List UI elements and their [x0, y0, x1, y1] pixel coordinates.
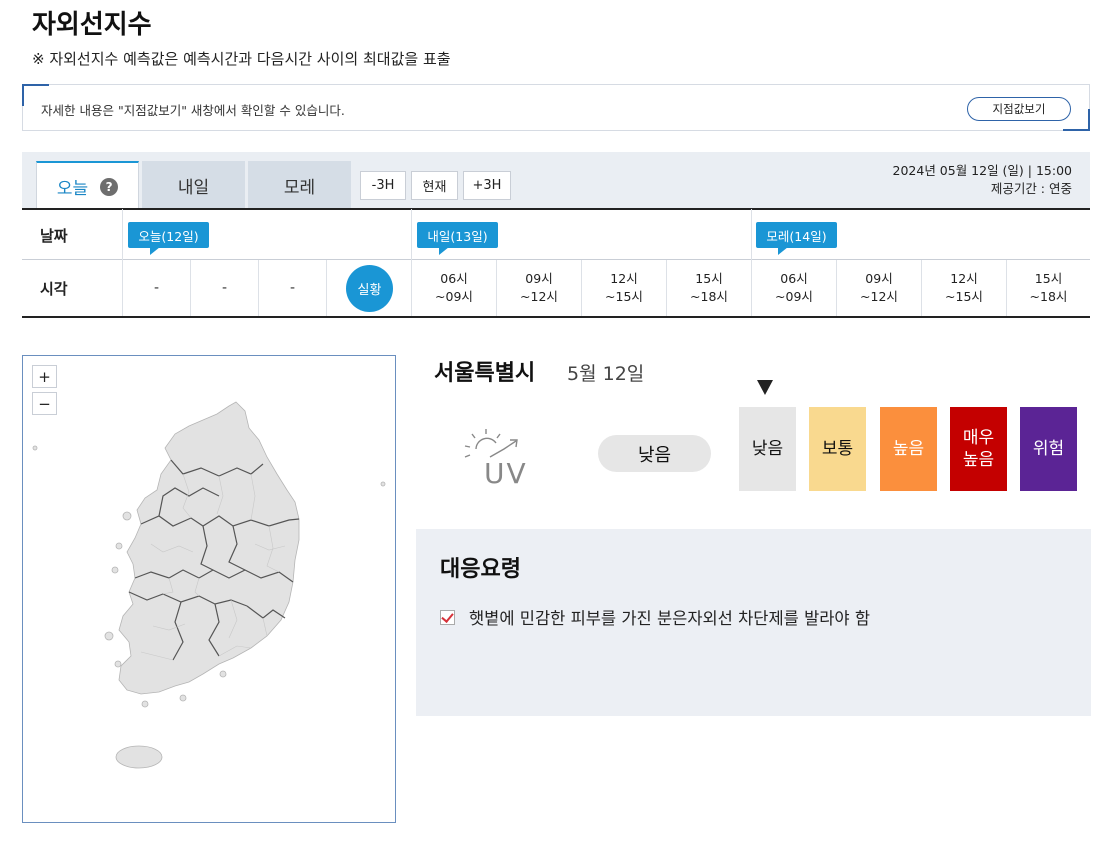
- time-slot[interactable]: 15시 ~18시: [1007, 263, 1090, 313]
- scale-low: 낮음: [739, 407, 796, 491]
- time-row-label: 시각: [40, 280, 68, 298]
- scale-moderate: 보통: [809, 407, 866, 491]
- response-item-text: 햇볕에 민감한 피부를 가진 분은자외선 차단제를 발라야 함: [469, 609, 871, 628]
- time-slot[interactable]: 12시 ~15시: [922, 263, 1006, 313]
- timestamp: 2024년 05월 12일 (일) | 15:00 제공기간 : 연중: [893, 162, 1072, 198]
- korea-map[interactable]: + −: [22, 355, 396, 823]
- notice-text: ※ 자외선지수 예측값은 예측시간과 다음시간 사이의 최대값을 표출: [32, 50, 451, 68]
- help-icon[interactable]: ?: [100, 177, 119, 196]
- scale-very-high: 매우 높음: [950, 407, 1007, 491]
- info-text: 자세한 내용은 "지점값보기" 새창에서 확인할 수 있습니다.: [41, 103, 345, 118]
- tab-today[interactable]: 오늘 ?: [36, 161, 139, 210]
- datetime-text: 2024년 05월 12일 (일) | 15:00: [892, 163, 1072, 178]
- tab-day-after-label: 모레: [283, 177, 316, 198]
- provider-text: 제공기간 : 연중: [990, 181, 1072, 196]
- past-slot-1: -: [153, 280, 160, 296]
- info-box: 자세한 내용은 "지점값보기" 새창에서 확인할 수 있습니다. 지점값보기: [22, 84, 1090, 131]
- time-slot[interactable]: 12시 ~15시: [582, 263, 666, 313]
- past-slot-2: -: [221, 280, 228, 296]
- korea-map-graphic: [32, 401, 386, 769]
- minus-3h-button[interactable]: -3H: [360, 171, 406, 200]
- now-button[interactable]: 현재: [411, 171, 458, 200]
- station-values-button[interactable]: 지점값보기: [967, 97, 1071, 121]
- time-slot[interactable]: 06시 ~09시: [412, 263, 496, 313]
- response-title: 대응요령: [440, 557, 521, 582]
- day-flag-today: 오늘(12일): [128, 222, 209, 255]
- time-slot[interactable]: 15시 ~18시: [667, 263, 751, 313]
- region-name: 서울특별시: [434, 361, 536, 386]
- past-slot-3: -: [289, 280, 296, 296]
- plus-3h-button[interactable]: +3H: [463, 171, 511, 200]
- tab-today-label: 오늘: [56, 179, 89, 199]
- scale-danger: 위험: [1020, 407, 1077, 491]
- checkbox-icon: [440, 609, 455, 625]
- day-flag-tomorrow: 내일(13일): [417, 222, 498, 255]
- time-slot[interactable]: 09시 ~12시: [497, 263, 581, 313]
- response-item: 햇볕에 민감한 피부를 가진 분은자외선 차단제를 발라야 함: [440, 605, 870, 629]
- now-slot-button[interactable]: 실황: [346, 265, 393, 312]
- scale-high: 높음: [880, 407, 937, 491]
- tab-day-after-tomorrow[interactable]: 모레: [248, 161, 351, 209]
- tab-tomorrow-label: 내일: [177, 177, 210, 198]
- time-slot[interactable]: 06시 ~09시: [752, 263, 836, 313]
- uv-sun-icon: UV: [462, 427, 536, 493]
- date-row-label: 날짜: [40, 227, 68, 245]
- region-date: 5월 12일: [567, 363, 645, 385]
- tab-tomorrow[interactable]: 내일: [142, 161, 245, 209]
- level-pointer-icon: [757, 380, 773, 395]
- day-flag-day-after: 모레(14일): [756, 222, 837, 255]
- current-level-badge: 낮음: [598, 435, 711, 472]
- uv-icon-text: UV: [484, 457, 528, 490]
- page-title: 자외선지수: [32, 10, 152, 40]
- time-slot[interactable]: 09시 ~12시: [837, 263, 921, 313]
